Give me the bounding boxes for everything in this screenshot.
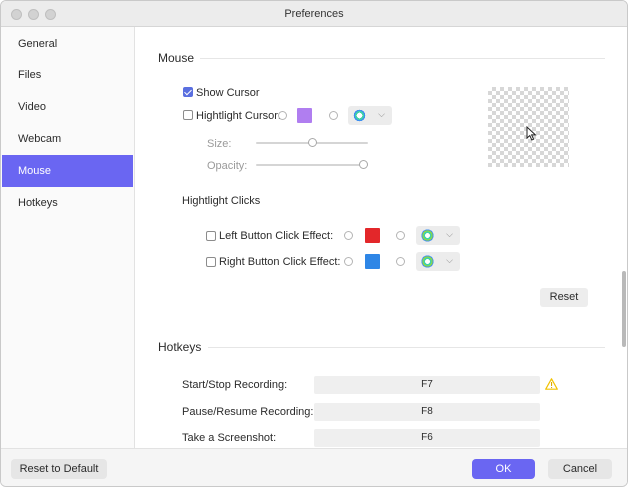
cursor-arrow-icon [526, 126, 537, 141]
left-click-color-swatch[interactable] [365, 228, 380, 243]
right-click-color-radio[interactable] [344, 257, 353, 266]
mouse-section-heading: Mouse [158, 51, 195, 65]
window-title: Preferences [284, 8, 344, 20]
hotkey-field-pause-resume[interactable]: F8 [314, 403, 540, 421]
mouse-section-divider [200, 58, 605, 59]
hotkey-label-start-stop: Start/Stop Recording: [182, 379, 288, 391]
warning-triangle-icon [545, 378, 558, 390]
cancel-button[interactable]: Cancel [548, 459, 612, 479]
settings-content: Mouse Show Cursor Hightlight Cursor: ⌵ S… [135, 27, 619, 448]
opacity-slider-handle[interactable] [359, 160, 368, 169]
chevron-down-icon: ⌵ [378, 109, 385, 119]
sidebar: General Files Video Webcam Mouse Hotkeys [1, 27, 135, 448]
left-click-effect-label: Left Button Click Effect: [219, 230, 334, 242]
sidebar-item-video[interactable]: Video [2, 91, 133, 123]
left-click-effect-checkbox[interactable] [206, 231, 216, 241]
hotkey-label-pause-resume: Pause/Resume Recording: [182, 406, 314, 418]
hotkey-label-screenshot: Take a Screenshot: [182, 432, 277, 444]
mouse-reset-button[interactable]: Reset [540, 288, 588, 307]
sidebar-item-mouse[interactable]: Mouse [2, 155, 133, 187]
highlight-clicks-heading: Hightlight Clicks [182, 195, 261, 207]
right-click-color-swatch[interactable] [365, 254, 380, 269]
show-cursor-label: Show Cursor [196, 87, 260, 99]
ring-effect-icon [353, 109, 366, 122]
ring-effect-icon [421, 255, 434, 268]
right-click-effect-label: Right Button Click Effect: [219, 256, 341, 268]
right-click-effect-radio[interactable] [396, 257, 405, 266]
sidebar-item-hotkeys[interactable]: Hotkeys [2, 187, 133, 219]
left-click-effect-radio[interactable] [396, 231, 405, 240]
highlight-cursor-checkbox[interactable] [183, 110, 193, 120]
hotkeys-section-divider [208, 347, 605, 348]
right-click-effect-select[interactable]: ⌵ [416, 252, 460, 271]
size-slider-handle[interactable] [307, 138, 317, 147]
hotkeys-section-heading: Hotkeys [158, 340, 202, 354]
ring-effect-icon [421, 229, 434, 242]
highlight-cursor-label: Hightlight Cursor: [196, 110, 281, 122]
footer-bar: Reset to Default OK Cancel [1, 448, 627, 486]
show-cursor-checkbox[interactable] [183, 87, 193, 97]
highlight-cursor-color-radio[interactable] [278, 111, 287, 120]
highlight-cursor-effect-radio[interactable] [329, 111, 338, 120]
ok-button[interactable]: OK [472, 459, 535, 479]
chevron-down-icon: ⌵ [446, 255, 453, 265]
right-click-effect-checkbox[interactable] [206, 257, 216, 267]
size-label: Size: [207, 138, 232, 150]
reset-to-default-button[interactable]: Reset to Default [11, 459, 107, 479]
highlight-cursor-color-swatch[interactable] [297, 108, 312, 123]
left-click-effect-select[interactable]: ⌵ [416, 226, 460, 245]
chevron-down-icon: ⌵ [446, 229, 453, 239]
opacity-slider-track[interactable] [256, 164, 368, 166]
preferences-window: Preferences General Files Video Webcam M… [0, 0, 628, 487]
left-click-color-radio[interactable] [344, 231, 353, 240]
hotkey-field-screenshot[interactable]: F6 [314, 429, 540, 447]
hotkey-field-start-stop[interactable]: F7 [314, 376, 540, 394]
title-bar: Preferences [1, 1, 627, 27]
sidebar-item-general[interactable]: General [2, 28, 133, 60]
opacity-label: Opacity: [207, 160, 248, 172]
highlight-cursor-effect-select[interactable]: ⌵ [348, 106, 392, 125]
cursor-preview-area [488, 87, 569, 167]
content-scrollbar[interactable] [622, 271, 626, 347]
sidebar-item-files[interactable]: Files [2, 59, 133, 91]
sidebar-item-webcam[interactable]: Webcam [2, 123, 133, 155]
